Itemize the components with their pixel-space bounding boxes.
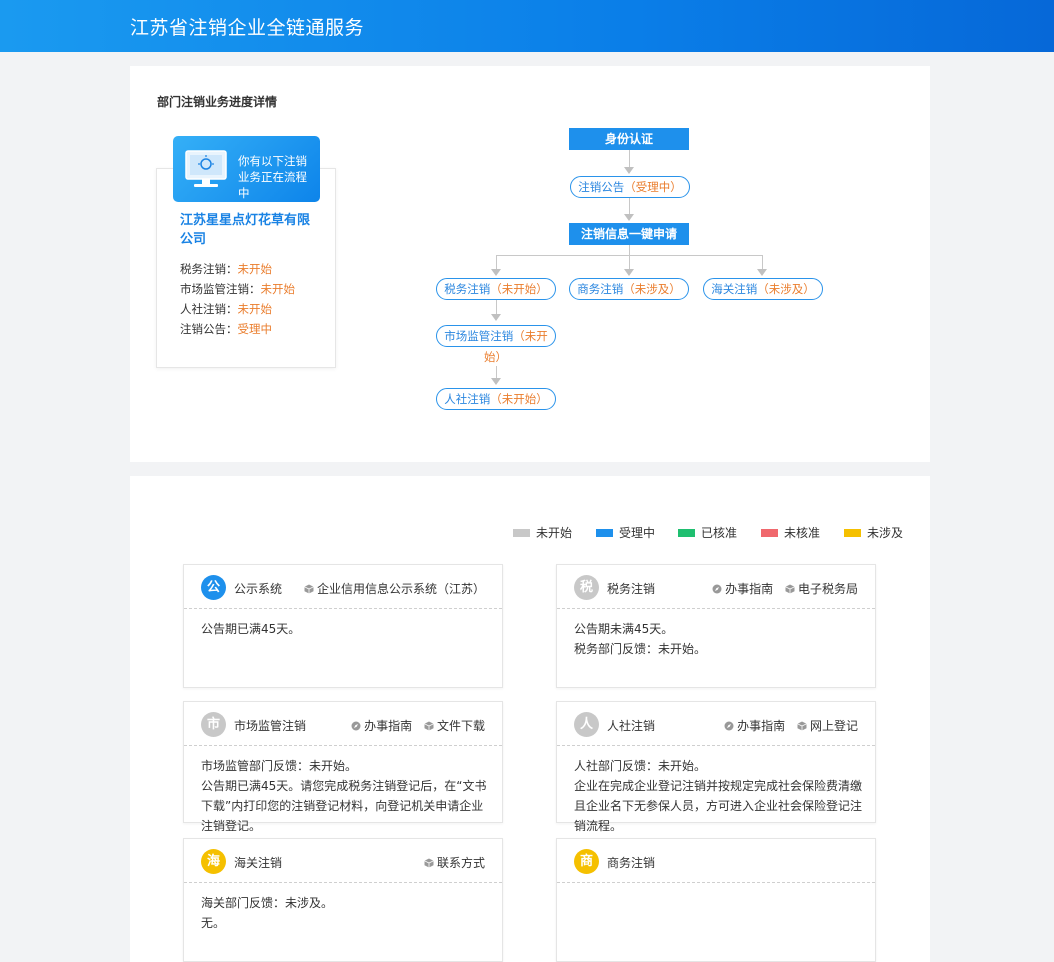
cube-icon xyxy=(424,721,434,730)
cube-icon xyxy=(785,584,795,593)
details-panel: 未开始 受理中 已核准 未核准 未涉及 公 公示系统 企业信用信息公示系统（江苏… xyxy=(130,476,930,962)
market-icon: 市 xyxy=(201,712,226,737)
card-line: 公告期已满45天。 xyxy=(201,622,301,636)
flow-tax-step[interactable]: 税务注销（未开始） xyxy=(436,278,556,300)
card-tax-cancel: 税 税务注销 办事指南 电子税务局 公告期未满45天。 税务部门反馈：未开始。 xyxy=(556,564,876,688)
flow-announce-step[interactable]: 注销公告（受理中） xyxy=(570,176,690,198)
file-download-link[interactable]: 文件下载 xyxy=(424,719,485,733)
flow-market-status-wrap: 始） xyxy=(484,350,507,364)
card-title: 人社注销 xyxy=(607,719,656,733)
e-tax-bureau-link[interactable]: 电子税务局 xyxy=(785,582,858,596)
legend-processing: 受理中 xyxy=(596,524,655,541)
legend-approved: 已核准 xyxy=(678,524,737,541)
card-title: 公示系统 xyxy=(234,582,283,596)
progress-panel: 部门注销业务进度详情 你有以下注销业务正在流程中 江苏星星点灯花草有限公司 税务… xyxy=(130,66,930,462)
guide-link[interactable]: 办事指南 xyxy=(724,719,785,733)
customs-icon: 海 xyxy=(201,849,226,874)
cube-icon xyxy=(797,721,807,730)
cube-icon xyxy=(424,858,434,867)
card-line: 企业在完成企业登记注销并按规定完成社会保险费清缴且企业名下无参保人员，方可进入企… xyxy=(574,779,863,833)
legend-not-involved: 未涉及 xyxy=(844,524,903,541)
card-line: 无。 xyxy=(201,916,226,930)
tax-icon: 税 xyxy=(574,575,599,600)
online-register-link[interactable]: 网上登记 xyxy=(797,719,858,733)
card-title: 税务注销 xyxy=(607,582,656,596)
credit-system-link[interactable]: 企业信用信息公示系统（江苏） xyxy=(304,582,485,596)
process-flow-diagram: 身份认证 注销公告（受理中） 注销信息一键申请 税务注销（未开始） 商务注销（未… xyxy=(130,66,930,462)
flow-customs-step[interactable]: 海关注销（未涉及） xyxy=(703,278,823,300)
legend-not-started: 未开始 xyxy=(513,524,572,541)
guide-link[interactable]: 办事指南 xyxy=(712,582,773,596)
card-line: 市场监管部门反馈：未开始。 xyxy=(201,759,358,773)
card-line: 海关部门反馈：未涉及。 xyxy=(201,896,334,910)
guide-link[interactable]: 办事指南 xyxy=(351,719,412,733)
public-notice-icon: 公 xyxy=(201,575,226,600)
card-social-cancel: 人 人社注销 办事指南 网上登记 人社部门反馈：未开始。 企业在完成企业登记注销… xyxy=(556,701,876,833)
compass-icon xyxy=(724,721,734,730)
card-line: 人社部门反馈：未开始。 xyxy=(574,759,707,773)
flow-social-step[interactable]: 人社注销（未开始） xyxy=(436,388,556,410)
legend-rejected: 未核准 xyxy=(761,524,820,541)
flow-commerce-step[interactable]: 商务注销（未涉及） xyxy=(569,278,689,300)
compass-icon xyxy=(351,721,361,730)
card-title: 海关注销 xyxy=(234,856,283,870)
card-public-notice: 公 公示系统 企业信用信息公示系统（江苏） 公告期已满45天。 xyxy=(183,564,503,688)
card-title: 市场监管注销 xyxy=(234,719,307,733)
card-title: 商务注销 xyxy=(607,856,656,870)
app-title: 江苏省注销企业全链通服务 xyxy=(130,17,365,39)
card-market-cancel: 市 市场监管注销 办事指南 文件下载 市场监管部门反馈：未开始。 公告期已满45… xyxy=(183,701,503,833)
flow-identity-step: 身份认证 xyxy=(569,128,689,150)
card-line: 公告期已满45天。请您完成税务注销登记后，在“文书下载”内打印您的注销登记材料，… xyxy=(201,779,487,833)
card-customs-cancel: 海 海关注销 联系方式 海关部门反馈：未涉及。 无。 xyxy=(183,838,503,962)
top-header-bar: 江苏省注销企业全链通服务 xyxy=(0,0,1054,52)
flow-apply-step: 注销信息一键申请 xyxy=(569,223,689,245)
contact-link[interactable]: 联系方式 xyxy=(424,856,485,870)
compass-icon xyxy=(712,584,722,593)
cube-icon xyxy=(304,584,314,593)
social-icon: 人 xyxy=(574,712,599,737)
commerce-icon: 商 xyxy=(574,849,599,874)
card-commerce-cancel: 商 商务注销 xyxy=(556,838,876,962)
flow-market-step[interactable]: 市场监管注销（未开 xyxy=(436,325,556,347)
card-line: 公告期未满45天。 xyxy=(574,622,674,636)
card-line: 税务部门反馈：未开始。 xyxy=(574,642,707,656)
